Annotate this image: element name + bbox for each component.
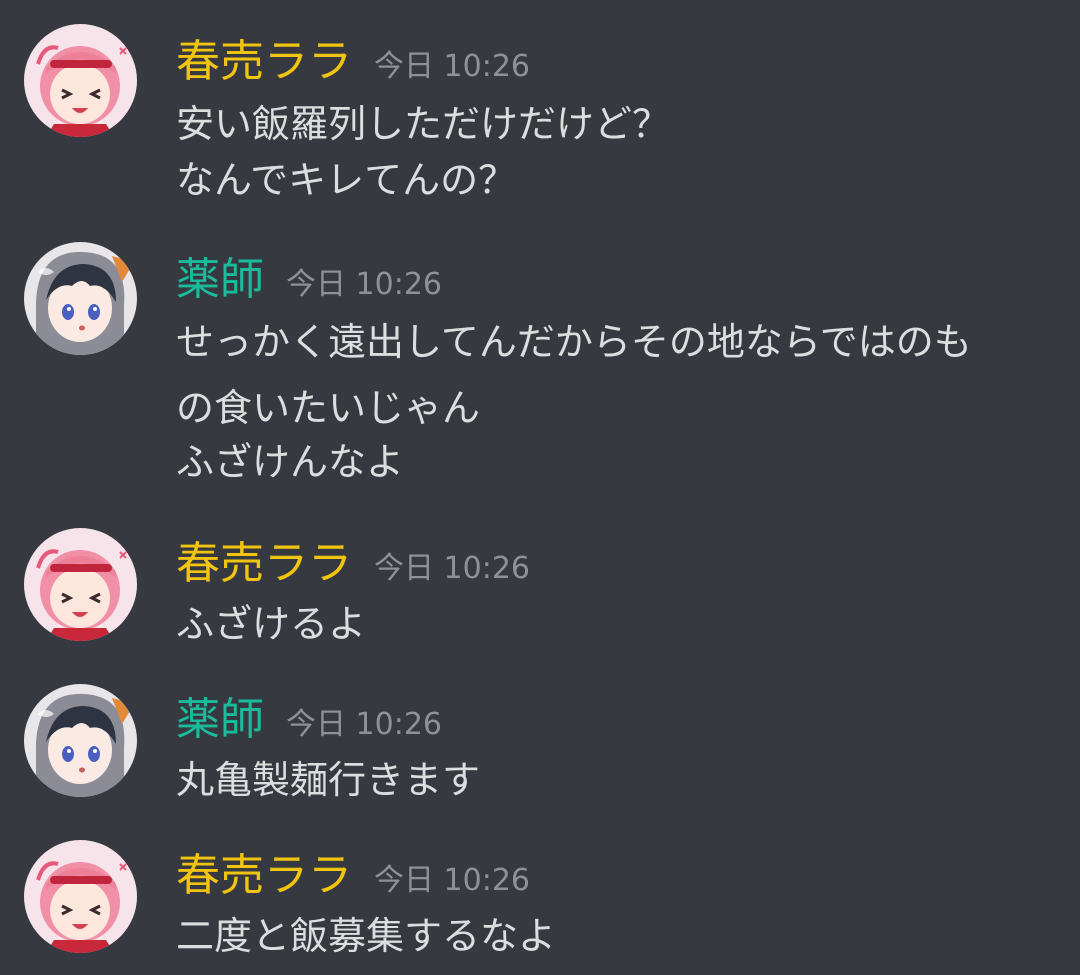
timestamp: 今日 10:26: [286, 707, 442, 742]
timestamp: 今日 10:26: [374, 863, 530, 898]
timestamp: 今日 10:26: [374, 49, 530, 84]
message-text: ふざけんなよ: [176, 440, 405, 484]
message-text: せっかく遠出してんだからその地ならではのも: [176, 320, 972, 364]
dark-hair-hooded-anime-girl-avatar-icon: [24, 684, 137, 797]
username[interactable]: 薬師: [176, 254, 264, 305]
pink-hair-anime-girl-avatar-icon: [24, 528, 137, 641]
message-header: 春売ララ 今日 10:26: [176, 32, 530, 92]
pink-hair-anime-girl-avatar-icon: [24, 24, 137, 137]
username[interactable]: 春売ララ: [176, 538, 352, 589]
message-text: の食いたいじゃん: [176, 386, 481, 430]
message-header: 春売ララ 今日 10:26: [176, 534, 530, 594]
message-text: 安い飯羅列しただけだけど？: [176, 102, 671, 146]
message-header: 薬師 今日 10:26: [176, 690, 442, 750]
message-text: なんでキレてんの？: [176, 158, 517, 202]
message-header: 春売ララ 今日 10:26: [176, 846, 530, 906]
dark-hair-hooded-anime-girl-avatar-icon: [24, 242, 137, 355]
username[interactable]: 春売ララ: [176, 36, 352, 87]
username[interactable]: 薬師: [176, 694, 264, 745]
message-text: ふざけるよ: [176, 602, 367, 646]
chat-message-list: 春売ララ 今日 10:26 安い飯羅列しただけだけど？ なんでキレてんの？ 薬師今…: [0, 0, 1080, 975]
message-header: 薬師 今日 10:26: [176, 250, 442, 310]
avatar[interactable]: [24, 684, 137, 797]
avatar[interactable]: [24, 24, 137, 137]
avatar[interactable]: [24, 242, 137, 355]
avatar[interactable]: [24, 528, 137, 641]
username[interactable]: 春売ララ: [176, 850, 352, 901]
timestamp: 今日 10:26: [374, 551, 530, 586]
avatar[interactable]: [24, 840, 137, 953]
message-text: 丸亀製麺行きます: [176, 758, 481, 802]
message-text: 二度と飯募集するなよ: [176, 914, 557, 958]
timestamp: 今日 10:26: [286, 267, 442, 302]
pink-hair-anime-girl-avatar-icon: [24, 840, 137, 953]
